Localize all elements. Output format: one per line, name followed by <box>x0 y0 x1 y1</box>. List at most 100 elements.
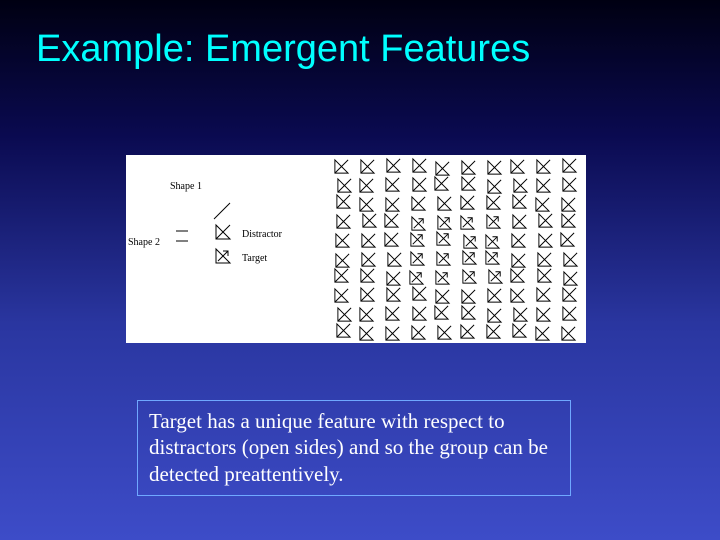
distractor-glyph <box>509 267 526 284</box>
target-glyph <box>435 230 452 247</box>
distractor-glyph <box>535 177 552 194</box>
distractor-glyph <box>537 232 554 249</box>
distractor-glyph <box>534 325 551 342</box>
shape1-label: Shape 1 <box>170 181 202 192</box>
distractor-glyph <box>335 213 352 230</box>
distractor-glyph <box>385 270 402 287</box>
distractor-glyph <box>512 177 529 194</box>
distractor-glyph <box>486 178 503 195</box>
search-array <box>332 157 584 341</box>
distractor-glyph <box>411 157 428 174</box>
distractor-glyph <box>511 322 528 339</box>
distractor-glyph <box>537 212 554 229</box>
slide-title: Example: Emergent Features <box>36 28 530 71</box>
distractor-glyph <box>535 306 552 323</box>
distractor-glyph <box>561 305 578 322</box>
target-glyph <box>484 233 501 250</box>
target-icon <box>214 247 232 265</box>
figure-panel: Shape 1 Shape 2 Distractor <box>126 155 586 343</box>
distractor-glyph <box>460 159 477 176</box>
distractor-glyph <box>562 270 579 287</box>
target-glyph <box>434 269 451 286</box>
distractor-glyph <box>358 325 375 342</box>
target-glyph <box>409 231 426 248</box>
target-glyph <box>436 214 453 231</box>
distractor-glyph <box>485 194 502 211</box>
target-glyph <box>435 250 452 267</box>
distractor-glyph <box>335 193 352 210</box>
slide: Example: Emergent Features Shape 1 Shape… <box>0 0 720 540</box>
target-glyph <box>461 268 478 285</box>
distractor-glyph <box>385 157 402 174</box>
distractor-glyph <box>410 195 427 212</box>
distractor-glyph <box>334 232 351 249</box>
target-glyph <box>487 268 504 285</box>
distractor-glyph <box>560 212 577 229</box>
distractor-glyph <box>509 158 526 175</box>
caption-box: Target has a unique feature with respect… <box>137 400 571 496</box>
distractor-glyph <box>411 176 428 193</box>
distractor-glyph <box>383 212 400 229</box>
distractor-glyph <box>560 325 577 342</box>
distractor-glyph <box>535 158 552 175</box>
distractor-glyph <box>434 160 451 177</box>
distractor-glyph <box>436 324 453 341</box>
distractor-glyph <box>334 252 351 269</box>
distractor-glyph <box>460 288 477 305</box>
distractor-glyph <box>336 306 353 323</box>
distractor-glyph <box>384 305 401 322</box>
distractor-glyph <box>336 177 353 194</box>
distractor-glyph <box>536 267 553 284</box>
distractor-glyph <box>510 232 527 249</box>
distractor-glyph <box>333 287 350 304</box>
distractor-glyph <box>561 286 578 303</box>
target-glyph <box>484 249 501 266</box>
target-glyph <box>410 215 427 232</box>
target-glyph <box>459 214 476 231</box>
distractor-glyph <box>534 196 551 213</box>
shape1-diagonal-icon <box>211 200 233 222</box>
distractor-glyph <box>433 175 450 192</box>
distractor-glyph <box>511 213 528 230</box>
distractor-glyph <box>335 322 352 339</box>
distractor-glyph <box>536 251 553 268</box>
shape2-label: Shape 2 <box>128 237 160 248</box>
target-glyph <box>461 249 478 266</box>
distractor-glyph <box>486 287 503 304</box>
distractor-glyph <box>459 194 476 211</box>
distractor-glyph <box>485 323 502 340</box>
distractor-glyph <box>360 251 377 268</box>
distractor-label: Distractor <box>242 229 282 240</box>
distractor-glyph <box>411 285 428 302</box>
shape2-angle-icon <box>172 224 194 249</box>
distractor-glyph <box>561 157 578 174</box>
distractor-glyph <box>535 286 552 303</box>
distractor-glyph <box>360 232 377 249</box>
distractor-glyph <box>386 251 403 268</box>
distractor-glyph <box>510 252 527 269</box>
distractor-glyph <box>560 196 577 213</box>
distractor-glyph <box>460 304 477 321</box>
distractor-glyph <box>359 158 376 175</box>
target-glyph <box>485 213 502 230</box>
distractor-glyph <box>511 193 528 210</box>
distractor-glyph <box>460 175 477 192</box>
caption-text: Target has a unique feature with respect… <box>149 409 548 486</box>
distractor-glyph <box>384 176 401 193</box>
distractor-glyph <box>559 231 576 248</box>
distractor-glyph <box>358 196 375 213</box>
distractor-glyph <box>359 267 376 284</box>
distractor-glyph <box>361 212 378 229</box>
distractor-glyph <box>433 304 450 321</box>
distractor-glyph <box>358 177 375 194</box>
distractor-glyph <box>359 286 376 303</box>
distractor-glyph <box>384 196 401 213</box>
distractor-glyph <box>509 287 526 304</box>
distractor-glyph <box>436 195 453 212</box>
distractor-glyph <box>486 159 503 176</box>
distractor-glyph <box>411 305 428 322</box>
distractor-glyph <box>434 288 451 305</box>
distractor-glyph <box>512 306 529 323</box>
distractor-glyph <box>383 231 400 248</box>
distractor-glyph <box>562 251 579 268</box>
